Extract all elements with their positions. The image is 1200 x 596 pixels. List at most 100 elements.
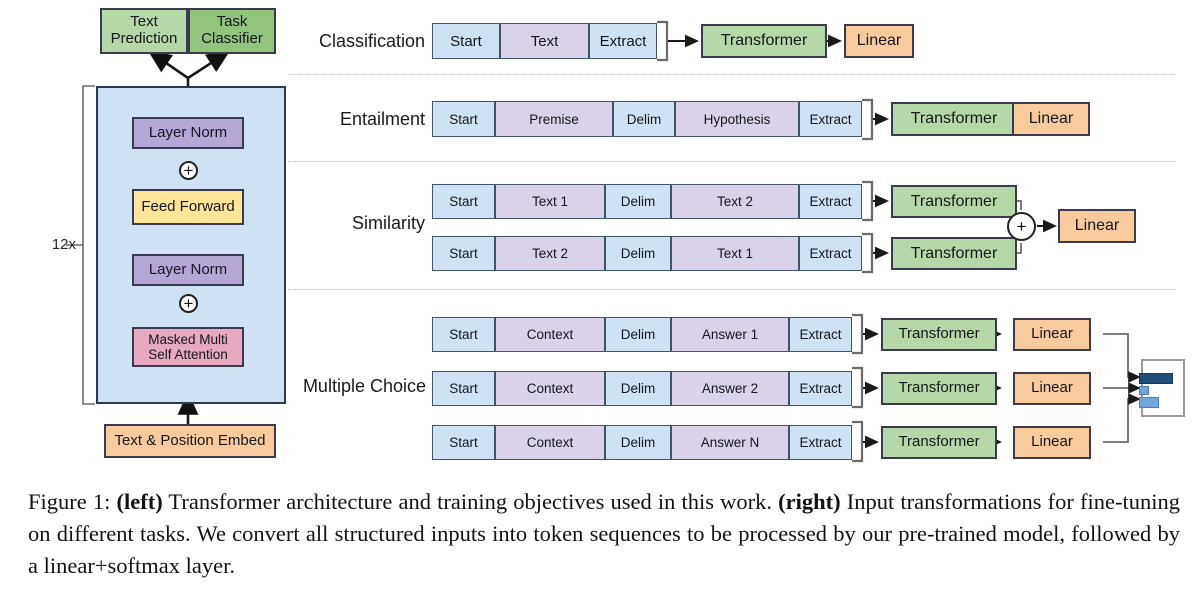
head-task-classifier[interactable]: Task Classifier [188,8,276,54]
softmax-output-chart [1139,359,1185,417]
repeat-count-label: 12x [51,236,76,253]
transformer-multiple-choice-2-label: Transformer [898,379,980,397]
token-delim[interactable]: Delim [605,371,671,406]
token-extract[interactable]: Extract [799,236,862,271]
block-layer-norm-bottom[interactable]: Layer Norm [132,254,244,286]
token-delim[interactable]: Delim [605,236,671,271]
token-delim[interactable]: Delim [613,101,675,137]
token-strip-classification-row-1: Start Text Extract [432,23,657,59]
linear-classification[interactable]: Linear [844,24,914,58]
token-strip-multiple-choice-row-1: Start Context Delim Answer 1 Extract [432,317,852,352]
token-premise[interactable]: Premise [495,101,613,137]
linear-multiple-choice-1-label: Linear [1031,325,1073,343]
token-strip-similarity-row-1: Start Text 1 Delim Text 2 Extract [432,184,862,219]
linear-entailment-label: Linear [1028,110,1074,128]
similarity-merge-add-symbol: + [1016,217,1027,236]
transformer-similarity-1-label: Transformer [910,192,998,210]
block-feed-forward[interactable]: Feed Forward [132,189,244,225]
linear-similarity[interactable]: Linear [1058,209,1136,243]
figure-canvas: Text Prediction Task Classifier 12x Laye… [0,0,1200,476]
task-label-classification: Classification [318,31,425,51]
token-extract[interactable]: Extract [799,184,862,219]
token-answer-1[interactable]: Answer 1 [671,317,789,352]
section-separator-2 [288,161,1176,162]
similarity-merge-add: + [1007,212,1036,241]
transformer-classification-label: Transformer [720,32,808,50]
task-label-similarity: Similarity [351,213,425,233]
task-label-entailment: Entailment [339,109,425,129]
transformer-similarity-2[interactable]: Transformer [891,237,1017,270]
block-layer-norm-bottom-label: Layer Norm [148,260,228,278]
token-context[interactable]: Context [495,371,605,406]
token-strip-similarity-row-2: Start Text 2 Delim Text 1 Extract [432,236,862,271]
linear-multiple-choice-3-label: Linear [1031,433,1073,451]
residual-add-ff-symbol: + [183,161,194,180]
token-delim[interactable]: Delim [605,184,671,219]
transformer-similarity-1[interactable]: Transformer [891,185,1017,218]
linear-similarity-label: Linear [1074,217,1120,235]
token-context[interactable]: Context [495,317,605,352]
token-start[interactable]: Start [432,101,495,137]
transformer-similarity-2-label: Transformer [910,244,998,262]
residual-add-ff: + [179,161,198,180]
section-separator-3 [288,289,1176,290]
transformer-multiple-choice-1[interactable]: Transformer [881,318,997,351]
section-separator-1 [288,74,1176,75]
token-answer-n[interactable]: Answer N [671,425,789,460]
token-start[interactable]: Start [432,371,495,406]
token-text[interactable]: Text [500,23,589,59]
linear-entailment[interactable]: Linear [1012,102,1090,136]
transformer-entailment-label: Transformer [910,110,998,128]
token-extract[interactable]: Extract [589,23,657,59]
task-label-multiple-choice: Multiple Choice [302,376,426,396]
caption-part-1: Transformer architecture and training ob… [162,489,779,514]
token-extract[interactable]: Extract [799,101,862,137]
token-extract[interactable]: Extract [789,425,852,460]
block-layer-norm-top-label: Layer Norm [148,123,228,141]
softmax-bar-1 [1139,373,1173,384]
token-strip-multiple-choice-row-3: Start Context Delim Answer N Extract [432,425,852,460]
softmax-bar-2 [1139,386,1149,395]
head-task-classifier-label: Task Classifier [201,13,263,47]
token-strip-entailment-row-1: Start Premise Delim Hypothesis Extract [432,101,862,137]
transformer-entailment[interactable]: Transformer [891,102,1017,136]
token-start[interactable]: Start [432,184,495,219]
token-text-1[interactable]: Text 1 [495,184,605,219]
token-context[interactable]: Context [495,425,605,460]
token-start[interactable]: Start [432,317,495,352]
transformer-multiple-choice-2[interactable]: Transformer [881,372,997,405]
residual-add-attention-symbol: + [183,294,194,313]
token-delim[interactable]: Delim [605,317,671,352]
caption-left-tag: (left) [116,489,163,514]
token-text-2[interactable]: Text 2 [671,184,799,219]
linear-multiple-choice-2[interactable]: Linear [1013,372,1091,405]
text-position-embed-label: Text & Position Embed [114,431,266,449]
text-position-embed[interactable]: Text & Position Embed [104,424,276,458]
caption-figure-number: Figure 1: [28,489,111,514]
block-masked-self-attention[interactable]: Masked Multi Self Attention [132,327,244,367]
head-text-prediction-label: Text Prediction [110,13,178,47]
token-extract[interactable]: Extract [789,317,852,352]
block-masked-self-attention-label: Masked Multi Self Attention [148,331,228,362]
token-text-2[interactable]: Text 2 [495,236,605,271]
linear-multiple-choice-2-label: Linear [1031,379,1073,397]
token-start[interactable]: Start [432,236,495,271]
transformer-classification[interactable]: Transformer [701,24,827,58]
token-extract[interactable]: Extract [789,371,852,406]
token-strip-multiple-choice-row-2: Start Context Delim Answer 2 Extract [432,371,852,406]
block-layer-norm-top[interactable]: Layer Norm [132,117,244,149]
transformer-multiple-choice-3[interactable]: Transformer [881,426,997,459]
token-hypothesis[interactable]: Hypothesis [675,101,799,137]
token-start[interactable]: Start [432,425,495,460]
token-delim[interactable]: Delim [605,425,671,460]
token-text-1[interactable]: Text 1 [671,236,799,271]
linear-multiple-choice-1[interactable]: Linear [1013,318,1091,351]
head-text-prediction[interactable]: Text Prediction [100,8,188,54]
linear-classification-label: Linear [856,32,902,50]
caption-right-tag: (right) [778,489,841,514]
linear-multiple-choice-3[interactable]: Linear [1013,426,1091,459]
token-start[interactable]: Start [432,23,500,59]
block-feed-forward-label: Feed Forward [141,197,235,215]
token-answer-2[interactable]: Answer 2 [671,371,789,406]
transformer-multiple-choice-1-label: Transformer [898,325,980,343]
